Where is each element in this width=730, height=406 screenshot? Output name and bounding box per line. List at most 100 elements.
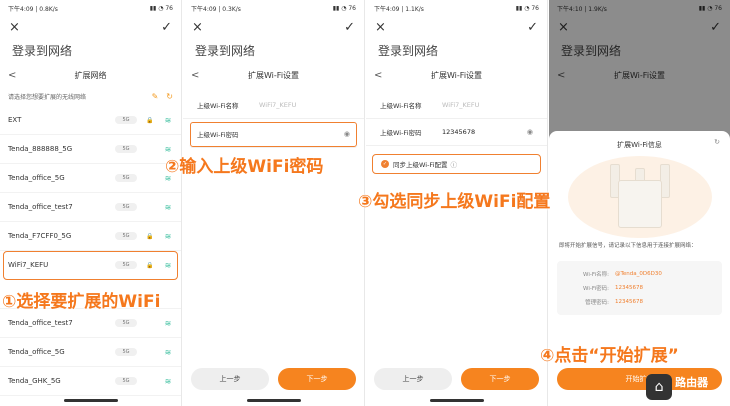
sync-config-checkbox[interactable]: ✓ 同步上级Wi-Fi配置 ⓘ xyxy=(372,154,541,174)
band-badge: 5G xyxy=(115,319,137,327)
network-item[interactable]: Tenda_F7CFF0_5G 5G 🔒 ≋ xyxy=(0,222,181,251)
window-title: 登录到网络 xyxy=(195,44,256,58)
refresh-icon[interactable]: ↻ xyxy=(166,92,173,101)
nav-title: 扩展网络 xyxy=(74,70,107,80)
checkmark-icon[interactable]: ✓ xyxy=(381,160,389,168)
watermark: ⌂ 路由器 luyouqi.com xyxy=(646,374,724,400)
info-value: 12345678 xyxy=(615,298,643,305)
band-badge: 5G xyxy=(115,377,137,385)
band-badge: 5G xyxy=(115,348,137,356)
band-badge: 5G xyxy=(115,232,137,240)
window-toolbar: × ✓ xyxy=(0,16,181,38)
password-input[interactable]: 12345678 xyxy=(442,128,527,136)
ssid-value: WiFi7_KEFU xyxy=(259,101,297,109)
network-name: Tenda_office_5G xyxy=(8,348,65,356)
status-time: 下午4:09 | 1.1K/s xyxy=(374,5,424,13)
back-arrow-icon[interactable]: < xyxy=(374,70,382,81)
network-name: Tenda_office_5G xyxy=(8,174,65,182)
network-name: Tenda_GHK_5G xyxy=(8,377,61,385)
close-sheet-icon[interactable]: ↻ xyxy=(714,138,720,146)
network-hint: 请选择您想要扩展的无线网络 ✎ ↻ xyxy=(0,86,181,106)
password-label: 上级Wi-Fi密码 xyxy=(197,131,239,139)
upstream-ssid-field: 上级Wi-Fi名称 WiFi7_KEFU xyxy=(366,92,547,119)
wifi-icon: ≋ xyxy=(164,202,172,212)
network-item[interactable]: Tenda_888888_5G 5G ≋ xyxy=(0,135,181,164)
wifi-icon: ≋ xyxy=(164,318,172,328)
ssid-label: 上级Wi-Fi名称 xyxy=(380,102,422,110)
info-key: Wi-Fi密码: xyxy=(583,285,609,292)
callout-step3: ③勾选同步上级WiFi配置 xyxy=(358,192,551,212)
eye-icon[interactable]: ◉ xyxy=(527,128,533,136)
home-indicator xyxy=(63,399,118,402)
wifi-icon: ≋ xyxy=(164,115,172,125)
status-bar: 下午4:09 | 1.1K/s ▮▮ ◔ 76 xyxy=(366,0,547,16)
nav-bar: < 扩展Wi-Fi设置 xyxy=(366,64,547,86)
ssid-label: 上级Wi-Fi名称 xyxy=(197,102,239,110)
lock-icon: 🔒 xyxy=(146,232,154,240)
network-item[interactable]: WiFi7_KEFU 5G 🔒 ≋ xyxy=(3,251,178,280)
status-indicators: ▮▮ ◔ 76 xyxy=(332,4,356,12)
info-icon[interactable]: ⓘ xyxy=(451,159,458,169)
nav-title: 扩展Wi-Fi设置 xyxy=(247,70,300,80)
network-item[interactable]: EXT 5G 🔒 ≋ xyxy=(0,106,181,135)
ssid-value: WiFi7_KEFU xyxy=(442,101,480,109)
button-bar: 上一步 下一步 xyxy=(183,368,364,390)
check-icon[interactable]: ✓ xyxy=(344,20,355,35)
info-key: Wi-Fi名称: xyxy=(583,271,609,278)
prev-button[interactable]: 上一步 xyxy=(191,368,269,390)
extend-info-box: Wi-Fi名称: @Tenda_0D6D30 Wi-Fi密码: 12345678 管理密… xyxy=(557,260,722,315)
network-item[interactable]: Tenda_office_test7 5G ≋ xyxy=(0,193,181,222)
back-arrow-icon[interactable]: < xyxy=(191,70,199,81)
check-icon[interactable]: ✓ xyxy=(161,20,172,35)
network-list: EXT 5G 🔒 ≋ Tenda_888888_5G 5G ≋ Tenda_office_5G… xyxy=(0,106,181,396)
watermark-line2: luyouqi.com xyxy=(675,388,724,398)
next-button[interactable]: 下一步 xyxy=(278,368,356,390)
window-title: 登录到网络 xyxy=(378,44,439,58)
network-item[interactable]: Tenda_office_5G 5G ≋ xyxy=(0,164,181,193)
close-icon[interactable]: × xyxy=(375,20,386,35)
lock-icon: 🔒 xyxy=(146,261,154,269)
lock-icon: 🔒 xyxy=(146,116,154,124)
network-name: EXT xyxy=(8,116,22,124)
band-badge: 5G xyxy=(115,174,137,182)
network-item[interactable]: Tenda_office_5G 5G ≋ xyxy=(0,338,181,367)
close-icon[interactable]: × xyxy=(9,20,20,35)
edit-icon[interactable]: ✎ xyxy=(152,92,159,101)
eye-icon[interactable]: ◉ xyxy=(344,130,350,138)
back-arrow-icon[interactable]: < xyxy=(8,70,16,81)
band-badge: 5G xyxy=(115,203,137,211)
network-item[interactable]: Tenda_office_test7 5G ≋ xyxy=(0,309,181,338)
upstream-password-field[interactable]: 上级Wi-Fi密码 ◉ xyxy=(189,121,358,148)
close-icon[interactable]: × xyxy=(192,20,203,35)
window-toolbar: × ✓ xyxy=(183,16,364,38)
check-icon[interactable]: ✓ xyxy=(527,20,538,35)
home-indicator xyxy=(429,399,484,402)
phone-screen-select-network: 下午4:09 | 0.8K/s ▮▮ ◔ 76 × ✓ 登录到网络 < 扩展网络… xyxy=(0,0,182,406)
callout-step4: ④点击“开始扩展” xyxy=(540,346,679,366)
info-value: @Tenda_0D6D30 xyxy=(615,270,662,277)
wifi-icon: ≋ xyxy=(164,260,172,270)
button-bar: 上一步 下一步 xyxy=(366,368,547,390)
status-time: 下午4:09 | 0.8K/s xyxy=(8,5,58,13)
next-button[interactable]: 下一步 xyxy=(461,368,539,390)
callout-step2: ②输入上级WiFi密码 xyxy=(165,157,324,177)
upstream-password-field[interactable]: 上级Wi-Fi密码 12345678 ◉ xyxy=(366,119,547,146)
network-item[interactable]: Tenda_GHK_5G 5G ≋ xyxy=(0,367,181,396)
callout-step1: ①选择要扩展的WiFi xyxy=(2,292,161,312)
band-badge: 5G xyxy=(115,261,137,269)
router-illustration xyxy=(567,156,712,238)
status-indicators: ▮▮ ◔ 76 xyxy=(149,4,173,12)
prev-button[interactable]: 上一步 xyxy=(374,368,452,390)
band-badge: 5G xyxy=(115,116,137,124)
status-bar: 下午4:09 | 0.8K/s ▮▮ ◔ 76 xyxy=(0,0,181,16)
phone-screen-enter-password: 下午4:09 | 0.3K/s ▮▮ ◔ 76 × ✓ 登录到网络 < 扩展Wi… xyxy=(183,0,365,406)
password-label: 上级Wi-Fi密码 xyxy=(380,129,422,137)
network-name: Tenda_office_test7 xyxy=(8,319,73,327)
info-row: 管理密码: 12345678 xyxy=(565,295,714,309)
wifi-icon: ≋ xyxy=(164,347,172,357)
band-badge: 5G xyxy=(115,145,137,153)
home-indicator xyxy=(246,399,301,402)
info-row: Wi-Fi名称: @Tenda_0D6D30 xyxy=(565,267,714,281)
network-name: Tenda_F7CFF0_5G xyxy=(8,232,72,240)
network-name: Tenda_888888_5G xyxy=(8,145,73,153)
